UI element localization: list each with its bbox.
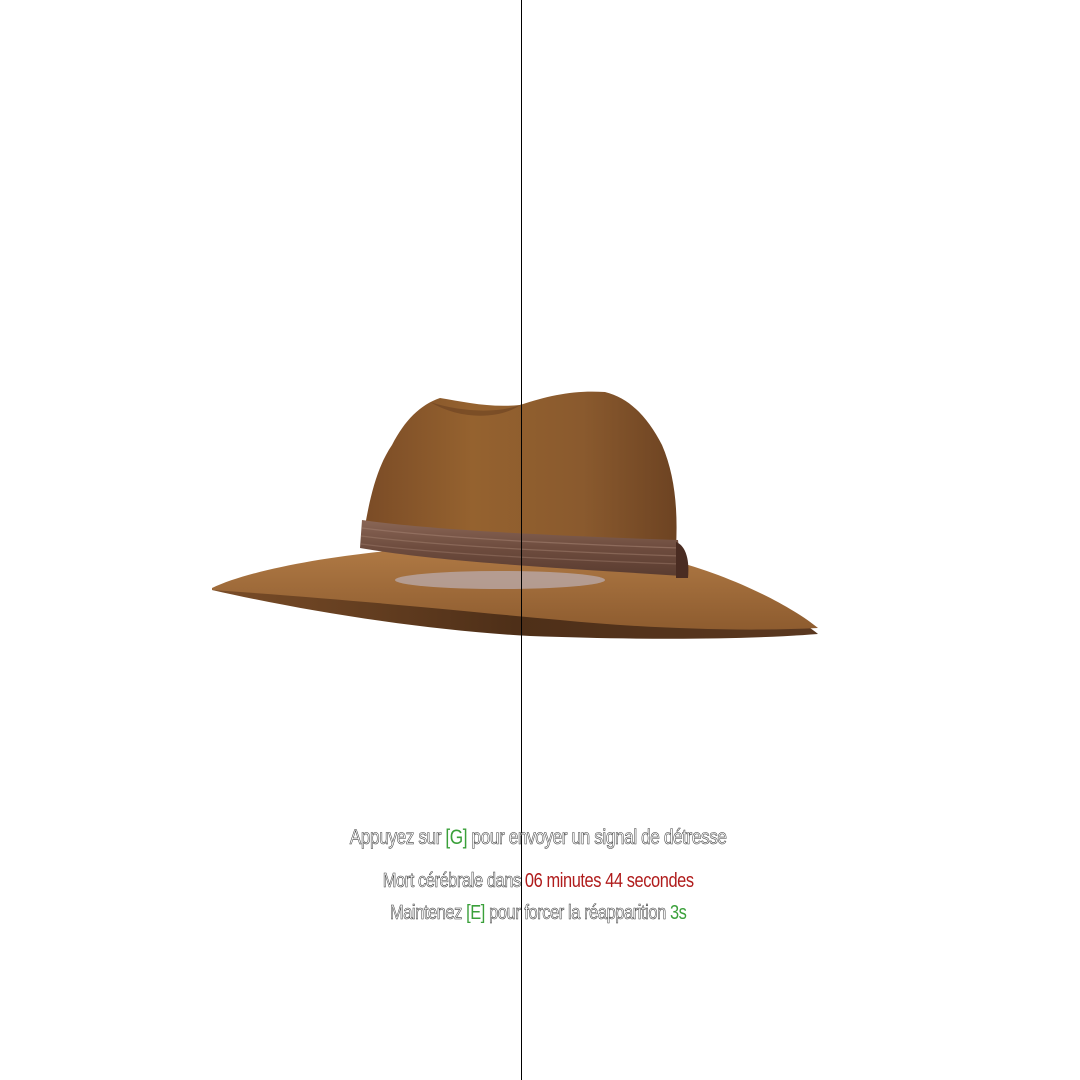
hat-inner-lining xyxy=(395,571,605,589)
game-viewport: Appuyez sur [G] pour envoyer un signal d… xyxy=(0,0,1080,1080)
respawn-key-e: [E] xyxy=(466,902,485,924)
distress-suffix: pour envoyer un signal de détresse xyxy=(471,826,727,850)
distress-prefix: Appuyez sur xyxy=(349,826,442,850)
brain-death-timer: Mort cérébrale dans 06 minutes 44 second… xyxy=(95,870,981,893)
distress-signal-prompt: Appuyez sur [G] pour envoyer un signal d… xyxy=(95,826,981,850)
brain-death-countdown: 06 minutes 44 secondes xyxy=(524,870,694,892)
distress-key-g: [G] xyxy=(445,826,468,849)
respawn-middle: pour forcer la réapparition xyxy=(489,902,667,925)
brain-death-prefix: Mort cérébrale dans xyxy=(382,870,521,893)
respawn-prefix: Maintenez xyxy=(389,902,463,925)
force-respawn-prompt: Maintenez [E] pour forcer la réapparitio… xyxy=(95,902,981,925)
hat-band-bow xyxy=(676,542,689,578)
respawn-countdown: 3s xyxy=(669,902,687,924)
